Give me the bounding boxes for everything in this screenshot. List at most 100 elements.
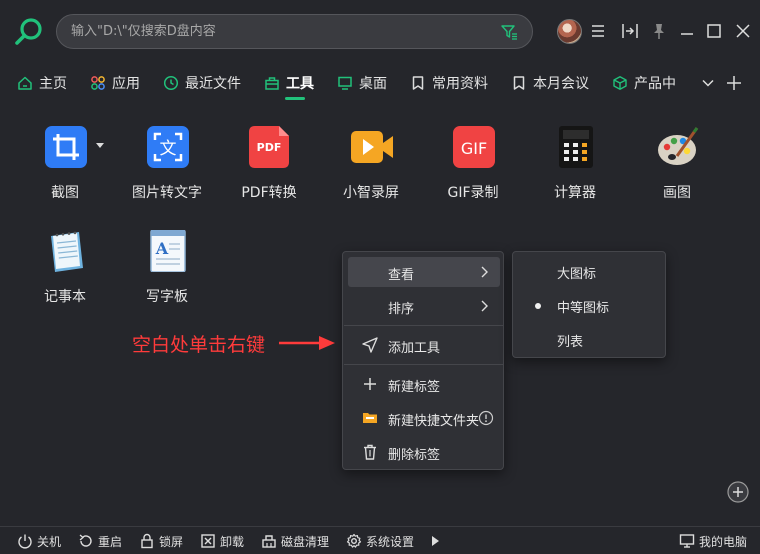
tab-label: 产品中 [634,76,676,92]
menu-item-new-shortcut-folder[interactable]: 新建快捷文件夹 [348,403,500,433]
submenu-item-list[interactable]: 列表 [513,324,665,354]
tab-monthly-meetings[interactable]: 本月会议 [511,72,589,94]
restart-button[interactable]: 重启 [78,532,122,550]
send-icon [362,337,378,353]
disk-clean-button[interactable]: 磁盘清理 [261,532,329,550]
tool-notepad[interactable]: 记事本 [17,230,113,320]
disk-clean-label: 磁盘清理 [281,534,330,549]
tool-pdf-convert[interactable]: PDF PDF转换 [221,126,317,216]
tool-label: 画图 [663,185,691,201]
tool-label: 计算器 [554,185,596,201]
computer-icon [679,534,695,548]
power-icon [18,534,32,549]
chevron-down-icon[interactable] [700,75,716,91]
menu-divider [344,325,504,326]
pdf-icon: PDF [249,126,289,168]
dock-icon[interactable] [621,22,639,40]
gif-icon: GIF [453,126,495,168]
avatar[interactable] [557,19,582,44]
tool-screen-recorder[interactable]: 小智录屏 [323,126,419,216]
uninstall-button[interactable]: 卸载 [200,532,244,550]
top-bar [0,0,760,64]
minimize-icon[interactable] [678,22,696,40]
my-computer-button[interactable]: 我的电脑 [679,532,747,550]
crop-icon [45,126,87,168]
lock-icon [141,533,153,549]
submenu-item-medium-icons[interactable]: 中等图标 [513,290,665,320]
trash-icon [364,444,376,460]
filter-icon[interactable] [500,23,518,41]
restart-icon [79,534,92,547]
close-icon[interactable] [734,22,752,40]
tab-products[interactable]: 产品中 [612,72,676,94]
paint-palette-icon [658,127,699,165]
lock-label: 锁屏 [159,534,184,549]
tool-paint[interactable]: 画图 [629,126,725,216]
nav-tabs: 主页 应用 最近文件 工具 桌面 常用资料 本月会议 产品中 [0,64,760,100]
tool-image-to-text[interactable]: 文 图片转文字 [119,126,215,216]
menu-item-view[interactable]: 查看 [348,257,500,287]
cube-icon [613,76,627,90]
chevron-right-icon [481,266,488,278]
menu-divider [344,364,504,365]
pin-icon[interactable] [650,22,668,40]
dropdown-arrow-icon[interactable] [96,143,104,149]
menu-item-new-tab[interactable]: 新建标签 [348,369,500,399]
tab-desktop[interactable]: 桌面 [337,72,387,94]
toolbox-icon [265,77,279,90]
menu-item-label: 新建快捷文件夹 [388,414,480,429]
tab-recent-files[interactable]: 最近文件 [163,72,241,94]
tab-label: 桌面 [359,76,387,92]
tab-tools[interactable]: 工具 [264,72,314,94]
menu-icon[interactable] [589,22,607,40]
tab-apps[interactable]: 应用 [90,72,140,94]
home-icon [18,76,32,90]
search-logo-icon[interactable] [14,17,44,47]
submenu-item-label: 列表 [557,335,584,350]
maximize-icon[interactable] [705,22,723,40]
add-tab-icon[interactable] [725,74,743,92]
context-menu: 查看 排序 添加工具 新建标签 新建快捷文件夹 删除标签 [342,251,504,470]
menu-item-label: 查看 [388,268,415,283]
svg-text:文: 文 [160,139,177,159]
menu-item-add-tool[interactable]: 添加工具 [348,330,500,360]
search-box[interactable] [56,14,533,49]
tool-label: PDF转换 [241,185,297,201]
add-circle-icon[interactable] [727,481,749,503]
tab-label: 本月会议 [533,76,589,92]
tab-label: 工具 [286,76,314,92]
lock-screen-button[interactable]: 锁屏 [139,532,183,550]
shutdown-button[interactable]: 关机 [17,532,61,550]
tab-common-docs[interactable]: 常用资料 [410,72,488,94]
submenu-item-large-icons[interactable]: 大图标 [513,256,665,286]
submenu-item-label: 中等图标 [557,301,610,316]
menu-item-delete-tab[interactable]: 删除标签 [348,437,500,467]
svg-text:GIF: GIF [461,139,487,158]
system-settings-button[interactable]: 系统设置 [346,532,414,550]
tab-label: 应用 [112,76,140,92]
play-arrow-icon[interactable] [430,535,440,547]
menu-item-sort[interactable]: 排序 [348,291,500,321]
tool-label: 图片转文字 [132,185,202,201]
tool-label: 截图 [51,185,79,201]
tab-home[interactable]: 主页 [17,72,67,94]
tool-gif-record[interactable]: GIF GIF录制 [425,126,521,216]
info-icon[interactable] [478,410,494,426]
tool-screenshot[interactable]: 截图 [17,126,113,216]
restart-label: 重启 [98,534,123,549]
video-camera-icon [351,131,393,163]
uninstall-icon [201,534,215,548]
bottom-bar: 关机 重启 锁屏 卸载 磁盘清理 系统设置 我的电脑 [0,526,760,554]
apps-icon [91,76,105,90]
notepad-icon [51,231,83,272]
selected-dot-icon [535,303,541,309]
menu-item-label: 排序 [388,302,415,317]
search-input[interactable] [71,15,491,48]
tool-calculator[interactable]: 计算器 [527,126,623,216]
tab-label: 最近文件 [185,76,241,92]
bookmark-icon [412,76,424,90]
tool-wordpad[interactable]: A 写字板 [119,230,215,320]
settings-label: 系统设置 [366,534,415,549]
chevron-right-icon [481,300,488,312]
uninstall-label: 卸载 [220,534,245,549]
